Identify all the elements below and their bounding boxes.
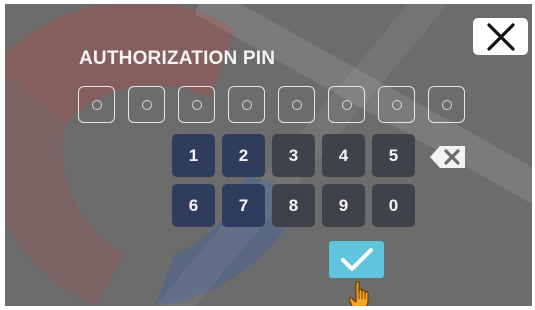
close-button[interactable] [473,18,528,55]
key-6[interactable]: 6 [172,184,215,227]
key-5[interactable]: 5 [372,134,415,177]
pin-dot-empty [291,99,302,110]
pin-slot-8[interactable] [428,86,465,123]
pin-dot-empty [191,99,202,110]
pin-dot-empty [141,99,152,110]
hand-pointer-icon [348,281,369,306]
key-8[interactable]: 8 [272,184,315,227]
pin-dot-empty [391,99,402,110]
pin-slot-2[interactable] [128,86,165,123]
authorization-dialog: AUTHORIZATION PIN 1 2 3 4 5 6 7 8 9 0 [5,4,532,306]
close-x-icon [486,22,515,51]
checkmark-icon [340,247,373,271]
confirm-button[interactable] [329,241,384,278]
dialog-title: AUTHORIZATION PIN [79,48,276,69]
screen: AUTHORIZATION PIN 1 2 3 4 5 6 7 8 9 0 [0,0,535,310]
key-9[interactable]: 9 [322,184,365,227]
pin-dot-empty [441,99,452,110]
key-7[interactable]: 7 [222,184,265,227]
key-3[interactable]: 3 [272,134,315,177]
backspace-button[interactable] [429,145,466,169]
pin-slot-1[interactable] [78,86,115,123]
pin-dot-empty [241,99,252,110]
key-0[interactable]: 0 [372,184,415,227]
pin-slot-7[interactable] [378,86,415,123]
pin-slot-5[interactable] [278,86,315,123]
pin-slot-3[interactable] [178,86,215,123]
key-2[interactable]: 2 [222,134,265,177]
key-4[interactable]: 4 [322,134,365,177]
key-1[interactable]: 1 [172,134,215,177]
pin-dot-empty [341,99,352,110]
pin-dot-empty [91,99,102,110]
pin-slot-6[interactable] [328,86,365,123]
pin-slot-4[interactable] [228,86,265,123]
backspace-icon [430,146,465,168]
